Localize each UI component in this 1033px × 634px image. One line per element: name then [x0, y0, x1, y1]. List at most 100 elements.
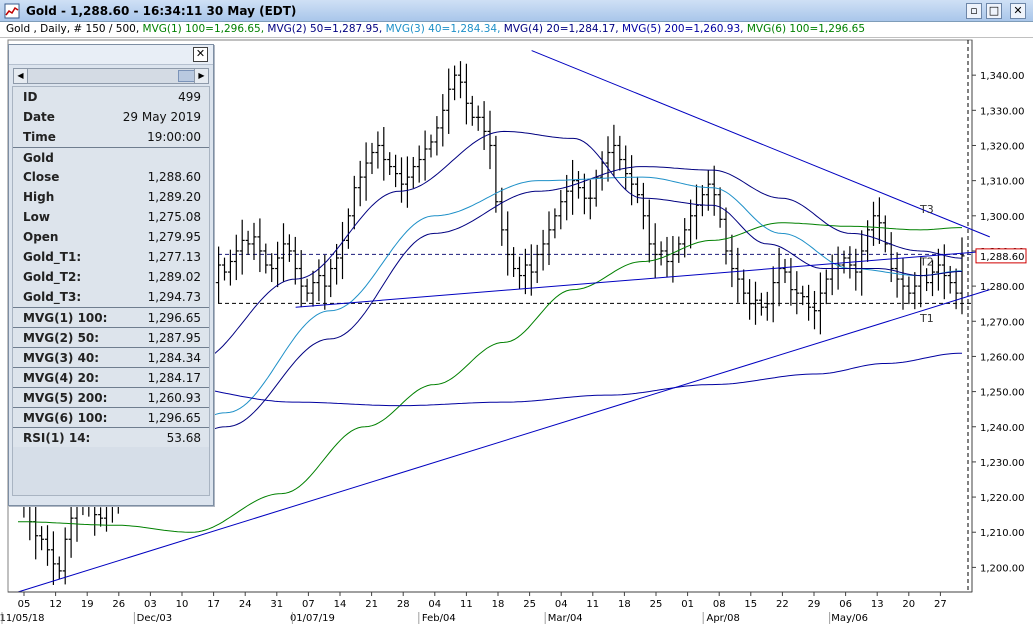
x-month-label: 01/07/19	[290, 613, 335, 624]
row-label: Gold_T3:	[23, 290, 82, 304]
x-month-label: Feb/04	[422, 613, 456, 624]
maximize-icon[interactable]: □	[986, 3, 1002, 19]
data-window-header[interactable]: ✕	[9, 45, 213, 65]
close-icon[interactable]: ✕	[1010, 3, 1026, 19]
row-value: 1,294.73	[147, 290, 201, 304]
data-window-row: MVG(1) 100: 1,296.65	[13, 307, 209, 327]
x-tick-label: 28	[397, 599, 410, 610]
row-label: Gold_T1:	[23, 250, 82, 264]
y-tick-label: 1,300.00	[980, 212, 1025, 223]
legend-entry: MVG(4) 20=1,284.17,	[503, 23, 622, 35]
row-value: 29 May 2019	[122, 110, 201, 124]
row-value: 1,279.95	[147, 230, 201, 244]
row-value: 1,289.20	[147, 190, 201, 204]
data-window-row: Time 19:00:00	[13, 127, 209, 147]
legend-entry: MVG(5) 200=1,260.93,	[621, 23, 747, 35]
legend-entry: MVG(1) 100=1,296.65,	[142, 23, 268, 35]
row-label: MVG(6) 100:	[23, 410, 108, 425]
x-tick-label: 31	[270, 599, 283, 610]
y-tick-label: 1,270.00	[980, 317, 1025, 328]
x-month-label: Dec/03	[137, 613, 172, 624]
target-label: T1	[919, 312, 934, 325]
x-tick-label: 27	[934, 599, 947, 610]
data-window-row: Date 29 May 2019	[13, 107, 209, 127]
x-tick-label: 10	[176, 599, 189, 610]
data-window-row: Gold_T1: 1,277.13	[13, 247, 209, 267]
x-tick-label: 05	[18, 599, 31, 610]
row-value: 1,296.65	[147, 410, 201, 425]
row-value: 19:00:00	[147, 130, 201, 144]
data-window-close-icon[interactable]: ✕	[193, 47, 208, 62]
row-value: 1,289.02	[147, 270, 201, 284]
data-window-row: MVG(2) 50: 1,287.95	[13, 327, 209, 347]
row-label: Time	[23, 130, 56, 144]
data-window-table: ID 499 Date 29 May 2019 Time 19:00:00 Gold Clos…	[12, 86, 210, 496]
data-window-row: Gold	[13, 147, 209, 167]
x-tick-label: 14	[334, 599, 347, 610]
y-tick-label: 1,240.00	[980, 423, 1025, 434]
x-tick-label: 12	[49, 599, 62, 610]
x-tick-label: 04	[555, 599, 568, 610]
x-tick-label: 19	[81, 599, 94, 610]
row-label: RSI(1) 14:	[23, 430, 91, 445]
target-label: T2	[919, 256, 934, 269]
row-label: High	[23, 190, 55, 204]
data-window-scrollbar[interactable]: ◀ ▶	[13, 68, 209, 84]
data-window-row: Gold_T3: 1,294.73	[13, 287, 209, 307]
data-window[interactable]: ✕ ◀ ▶ ID 499 Date 29 May 2019 Time 19:00:00 Go…	[8, 44, 214, 506]
row-label: MVG(5) 200:	[23, 390, 108, 405]
restore-icon[interactable]: ▫	[966, 3, 982, 19]
y-tick-label: 1,340.00	[980, 71, 1025, 82]
data-window-row: MVG(3) 40: 1,284.34	[13, 347, 209, 367]
data-window-row: Gold_T2: 1,289.02	[13, 267, 209, 287]
x-tick-label: 20	[902, 599, 915, 610]
x-month-label: 11/05/18	[0, 613, 44, 624]
x-month-label: May/06	[831, 613, 868, 624]
x-tick-label: 25	[523, 599, 536, 610]
row-label: Gold	[23, 150, 54, 165]
y-tick-label: 1,210.00	[980, 528, 1025, 539]
row-label: Open	[23, 230, 59, 244]
x-tick-label: 26	[112, 599, 125, 610]
row-label: MVG(2) 50:	[23, 330, 100, 345]
legend-entry: Gold , Daily, # 150 / 500,	[6, 23, 143, 35]
row-label: MVG(1) 100:	[23, 310, 108, 325]
x-month-label: Apr/08	[706, 613, 739, 624]
window-titlebar: Gold - 1,288.60 - 16:34:11 30 May (EDT) …	[0, 0, 1033, 22]
y-tick-label: 1,230.00	[980, 458, 1025, 469]
row-value: 1,288.60	[147, 170, 201, 184]
last-price-label: 1,288.60	[980, 252, 1025, 263]
row-label: Date	[23, 110, 55, 124]
x-tick-label: 22	[776, 599, 789, 610]
indicator-legend: Gold , Daily, # 150 / 500, MVG(1) 100=1,…	[0, 22, 1033, 38]
x-tick-label: 18	[492, 599, 505, 610]
y-tick-label: 1,320.00	[980, 141, 1025, 152]
y-tick-label: 1,220.00	[980, 493, 1025, 504]
x-tick-label: 17	[207, 599, 220, 610]
y-tick-label: 1,260.00	[980, 352, 1025, 363]
row-label: Gold_T2:	[23, 270, 82, 284]
y-tick-label: 1,250.00	[980, 388, 1025, 399]
x-tick-label: 25	[650, 599, 663, 610]
x-tick-label: 01	[681, 599, 694, 610]
row-value: 53.68	[166, 430, 201, 445]
y-tick-label: 1,330.00	[980, 106, 1025, 117]
x-tick-label: 06	[839, 599, 852, 610]
x-tick-label: 11	[460, 599, 473, 610]
row-value: 499	[178, 90, 201, 104]
x-tick-label: 24	[239, 599, 252, 610]
row-value: 1,287.95	[147, 330, 201, 345]
x-tick-label: 11	[586, 599, 599, 610]
x-tick-label: 07	[302, 599, 315, 610]
data-window-row: Low 1,275.08	[13, 207, 209, 227]
y-tick-label: 1,280.00	[980, 282, 1025, 293]
scroll-right-icon[interactable]: ▶	[194, 69, 208, 83]
row-label: MVG(4) 20:	[23, 370, 100, 385]
data-window-row: High 1,289.20	[13, 187, 209, 207]
row-value: 1,260.93	[147, 390, 201, 405]
target-label: T3	[919, 203, 934, 216]
x-tick-label: 21	[365, 599, 378, 610]
scroll-left-icon[interactable]: ◀	[14, 69, 28, 83]
row-label: MVG(3) 40:	[23, 350, 100, 365]
row-value: 1,275.08	[147, 210, 201, 224]
